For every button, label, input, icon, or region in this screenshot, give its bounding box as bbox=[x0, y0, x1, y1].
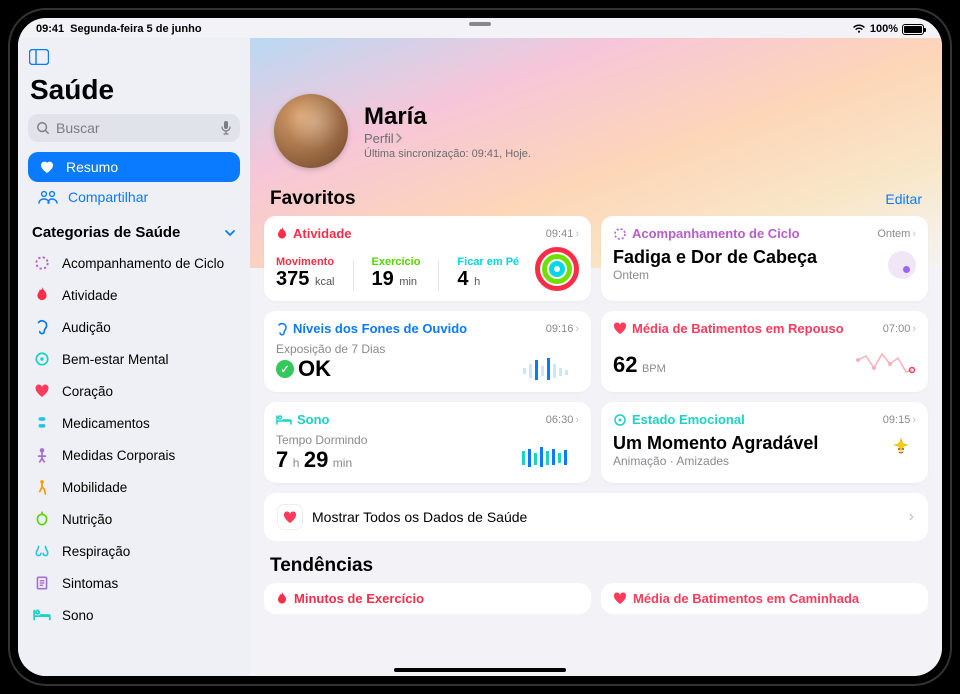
sidebar-category-item[interactable]: Nutrição bbox=[28, 503, 240, 535]
mind-icon bbox=[613, 413, 627, 427]
category-icon bbox=[32, 541, 52, 561]
profile-sync: Última sincronização: 09:41, Hoje. bbox=[364, 148, 531, 160]
sidebar-toggle-button[interactable] bbox=[26, 46, 52, 68]
categories-header-label: Categorias de Saúde bbox=[32, 224, 180, 241]
category-label: Acompanhamento de Ciclo bbox=[62, 256, 224, 271]
category-icon bbox=[32, 509, 52, 529]
category-label: Sono bbox=[62, 608, 94, 623]
category-icon bbox=[32, 285, 52, 305]
sidebar: Saúde Buscar Resumo Compartilhar Categor… bbox=[18, 38, 250, 676]
card-activity[interactable]: Atividade 09:41› Movimento375 kcal Exerc… bbox=[264, 216, 591, 301]
category-icon bbox=[32, 573, 52, 593]
bed-icon bbox=[276, 414, 292, 426]
ear-icon bbox=[276, 322, 288, 336]
card-heart[interactable]: Média de Batimentos em Repouso 07:00› 62… bbox=[601, 311, 928, 392]
status-time: 09:41 bbox=[36, 23, 64, 35]
trend-exercise[interactable]: Minutos de Exercício bbox=[264, 583, 591, 614]
star-icon bbox=[886, 436, 916, 466]
sidebar-category-item[interactable]: Mobilidade bbox=[28, 471, 240, 503]
category-icon bbox=[32, 477, 52, 497]
card-sleep[interactable]: Sono 06:30› Tempo Dormindo 7 h 29 min bbox=[264, 402, 591, 483]
favorites-title: Favoritos bbox=[270, 188, 356, 210]
activity-rings-icon bbox=[535, 247, 579, 291]
card-hearing[interactable]: Níveis dos Fones de Ouvido 09:16› Exposi… bbox=[264, 311, 591, 392]
search-icon bbox=[36, 121, 50, 135]
battery-icon bbox=[902, 24, 924, 35]
nav-summary-label: Resumo bbox=[66, 159, 118, 175]
sidebar-category-item[interactable]: Medicamentos bbox=[28, 407, 240, 439]
health-app-icon bbox=[278, 505, 302, 529]
category-label: Sintomas bbox=[62, 576, 118, 591]
card-mood[interactable]: Estado Emocional 09:15› Um Momento Agrad… bbox=[601, 402, 928, 483]
trend-walking-hr[interactable]: Média de Batimentos em Caminhada bbox=[601, 583, 928, 614]
main-pane: María Perfil Última sincronização: 09:41… bbox=[250, 38, 942, 676]
category-label: Atividade bbox=[62, 288, 118, 303]
category-label: Coração bbox=[62, 384, 113, 399]
nav-summary[interactable]: Resumo bbox=[28, 152, 240, 182]
check-icon: ✓ bbox=[276, 360, 294, 378]
heart-icon bbox=[613, 322, 627, 335]
category-icon bbox=[32, 253, 52, 273]
cycle-indicator-icon bbox=[888, 251, 916, 279]
category-icon bbox=[32, 381, 52, 401]
people-icon bbox=[38, 189, 58, 205]
sidebar-category-item[interactable]: Atividade bbox=[28, 279, 240, 311]
card-cycle[interactable]: Acompanhamento de Ciclo Ontem› Fadiga e … bbox=[601, 216, 928, 301]
category-label: Nutrição bbox=[62, 512, 112, 527]
status-date: Segunda-feira 5 de junho bbox=[70, 23, 201, 35]
category-label: Medidas Corporais bbox=[62, 448, 175, 463]
home-indicator[interactable] bbox=[394, 668, 566, 672]
hearing-spark-icon bbox=[519, 352, 579, 382]
category-icon bbox=[32, 317, 52, 337]
chevron-right-icon bbox=[396, 133, 403, 143]
wifi-icon bbox=[852, 24, 866, 34]
sidebar-category-item[interactable]: Acompanhamento de Ciclo bbox=[28, 247, 240, 279]
status-bar: 09:41 Segunda-feira 5 de junho 100% bbox=[18, 18, 942, 38]
sidebar-category-item[interactable]: Coração bbox=[28, 375, 240, 407]
chevron-down-icon bbox=[224, 227, 236, 239]
category-label: Audição bbox=[62, 320, 111, 335]
avatar[interactable] bbox=[274, 94, 348, 168]
category-icon bbox=[32, 349, 52, 369]
trends-title: Tendências bbox=[264, 541, 928, 583]
battery-pct: 100% bbox=[870, 23, 898, 35]
search-placeholder: Buscar bbox=[56, 120, 214, 136]
categories-header[interactable]: Categorias de Saúde bbox=[28, 212, 240, 247]
card-cat-label: Atividade bbox=[293, 226, 352, 241]
category-label: Mobilidade bbox=[62, 480, 127, 495]
mic-icon[interactable] bbox=[220, 120, 232, 136]
edit-button[interactable]: Editar bbox=[885, 191, 922, 207]
category-icon bbox=[32, 605, 52, 625]
cycle-icon bbox=[613, 227, 627, 241]
profile-link[interactable]: Perfil bbox=[364, 131, 531, 146]
show-all-data-button[interactable]: Mostrar Todos os Dados de Saúde › bbox=[264, 493, 928, 541]
sleep-spark-icon bbox=[519, 443, 579, 473]
profile-name: María bbox=[364, 103, 531, 131]
flame-icon bbox=[276, 592, 288, 606]
sidebar-category-item[interactable]: Sintomas bbox=[28, 567, 240, 599]
heart-icon bbox=[38, 159, 56, 175]
category-label: Medicamentos bbox=[62, 416, 150, 431]
sidebar-category-item[interactable]: Audição bbox=[28, 311, 240, 343]
nav-share[interactable]: Compartilhar bbox=[28, 182, 240, 212]
sidebar-category-item[interactable]: Bem-estar Mental bbox=[28, 343, 240, 375]
sidebar-category-item[interactable]: Sono bbox=[28, 599, 240, 631]
heart-spark-icon bbox=[856, 348, 916, 378]
app-title: Saúde bbox=[30, 74, 238, 106]
category-icon bbox=[32, 413, 52, 433]
search-input[interactable]: Buscar bbox=[28, 114, 240, 142]
sidebar-category-item[interactable]: Medidas Corporais bbox=[28, 439, 240, 471]
flame-icon bbox=[276, 227, 288, 241]
profile-header[interactable]: María Perfil Última sincronização: 09:41… bbox=[264, 38, 928, 188]
category-label: Respiração bbox=[62, 544, 130, 559]
heart-icon bbox=[613, 592, 627, 605]
nav-share-label: Compartilhar bbox=[68, 189, 148, 205]
category-icon bbox=[32, 445, 52, 465]
category-label: Bem-estar Mental bbox=[62, 352, 169, 367]
sidebar-category-item[interactable]: Respiração bbox=[28, 535, 240, 567]
